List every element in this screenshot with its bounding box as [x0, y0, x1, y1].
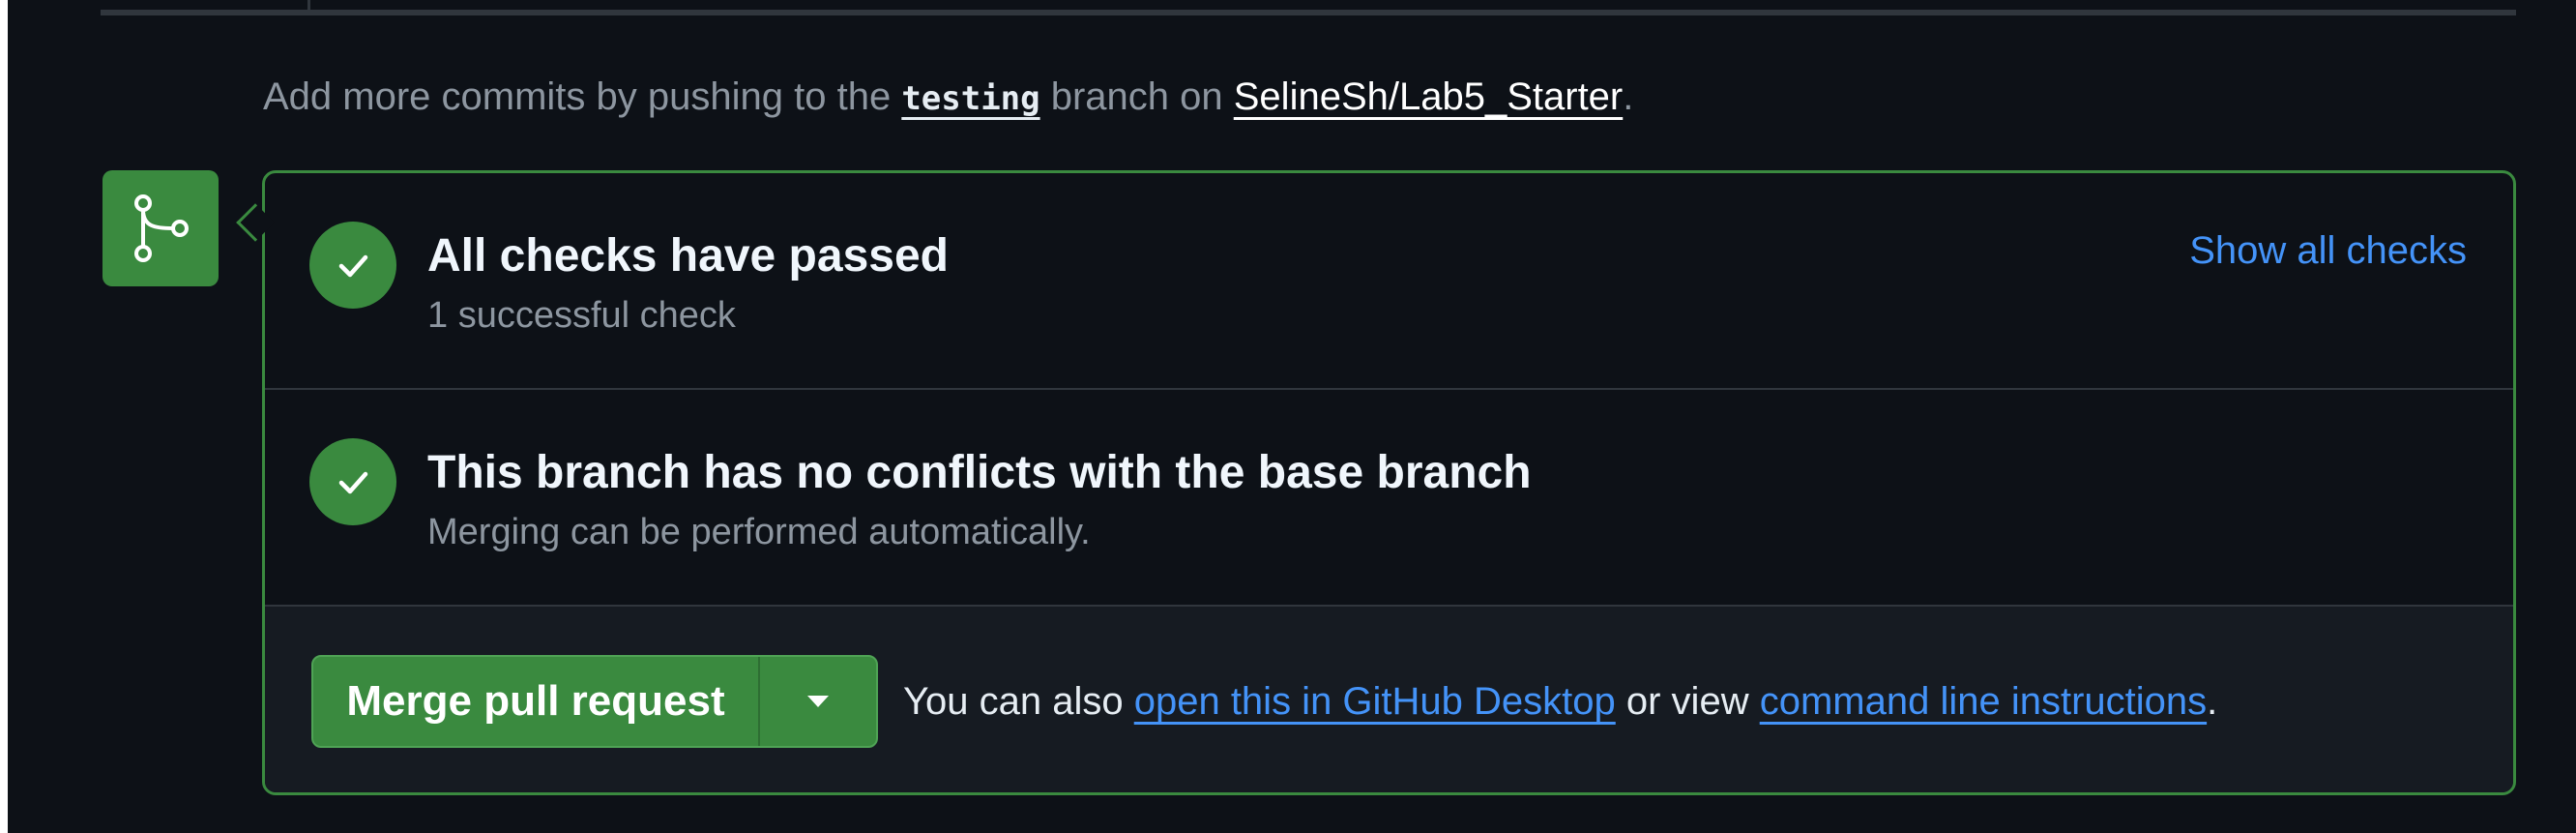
merge-button-group: Merge pull request [311, 655, 878, 748]
git-merge-icon [102, 170, 219, 286]
triangle-down-icon [807, 696, 829, 707]
branch-name[interactable]: testing [901, 79, 1039, 118]
command-line-instructions-link[interactable]: command line instructions [1760, 680, 2207, 723]
push-hint: Add more commits by pushing to the testi… [263, 68, 1633, 126]
checks-subtitle: 1 successful check [427, 295, 736, 336]
merge-alternatives: You can also open this in GitHub Desktop… [903, 674, 2217, 729]
timeline-divider [101, 10, 2516, 15]
checks-title: All checks have passed [427, 230, 949, 282]
check-icon [309, 222, 396, 309]
also-middle: or view [1615, 680, 1760, 723]
window-edge [0, 0, 8, 833]
merge-section: Merge pull request You can also open thi… [265, 607, 2513, 792]
push-hint-suffix: . [1623, 75, 1634, 118]
push-hint-middle: branch on [1039, 75, 1234, 118]
github-desktop-link[interactable]: open this in GitHub Desktop [1134, 680, 1616, 723]
check-icon [309, 438, 396, 525]
conflicts-section: This branch has no conflicts with the ba… [265, 390, 2513, 607]
show-all-checks-link[interactable]: Show all checks [2189, 223, 2467, 278]
conflicts-title: This branch has no conflicts with the ba… [427, 447, 1532, 498]
merge-box: All checks have passed 1 successful chec… [262, 170, 2516, 795]
merge-pull-request-button[interactable]: Merge pull request [313, 657, 760, 746]
conflicts-subtitle: Merging can be performed automatically. [427, 512, 1091, 552]
timeline-tick [307, 0, 310, 14]
also-prefix: You can also [903, 680, 1134, 723]
repo-link[interactable]: SelineSh/Lab5_Starter [1234, 75, 1624, 118]
merge-options-dropdown[interactable] [760, 657, 876, 746]
push-hint-prefix: Add more commits by pushing to the [263, 75, 902, 118]
also-suffix: . [2207, 680, 2218, 723]
checks-section: All checks have passed 1 successful chec… [265, 173, 2513, 390]
